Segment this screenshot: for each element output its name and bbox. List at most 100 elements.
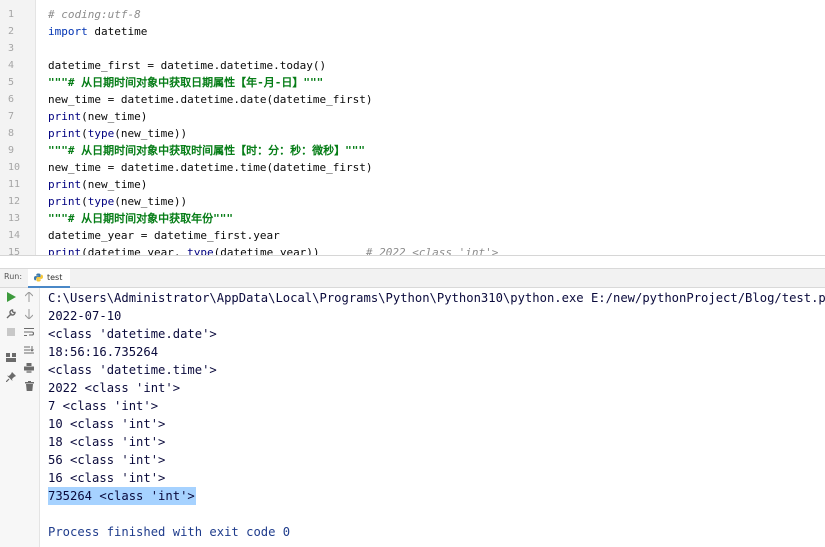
stop-icon xyxy=(7,328,15,336)
code-line[interactable]: # coding:utf-8 xyxy=(48,6,141,23)
code-token-plain: ( xyxy=(81,195,88,208)
line-number: 5 xyxy=(8,77,15,88)
clear-all-button[interactable] xyxy=(22,379,36,393)
code-token-plain: datetime_year = datetime_first.year xyxy=(48,229,280,242)
code-token-builtin: type xyxy=(187,246,214,256)
line-number: 7 xyxy=(8,111,15,122)
code-token-builtin: print xyxy=(48,110,82,123)
console-line: <class 'datetime.time'> xyxy=(48,363,217,377)
code-line[interactable]: """# 从日期时间对象中获取日期属性【年-月-日】""" xyxy=(48,74,323,91)
code-line[interactable]: print(type(new_time)) xyxy=(48,193,187,210)
python-file-icon xyxy=(34,273,43,282)
wrench-icon xyxy=(6,309,16,319)
code-editor[interactable]: 1 2 3 4 5 6 7 8 9 10 11 12 13 14 15 # coding:utf-8 impo… xyxy=(0,0,825,256)
stop-button[interactable] xyxy=(4,325,18,339)
code-token-keyword: import xyxy=(48,25,88,38)
scroll-down-button[interactable] xyxy=(22,307,36,321)
layout-grid-icon xyxy=(6,352,16,362)
code-line[interactable]: print(datetime_year, type(datetime_year)… xyxy=(48,244,499,256)
code-token-plain: new_time = datetime.datetime.time(dateti… xyxy=(48,161,373,174)
code-token-plain: (new_time)) xyxy=(114,127,188,140)
pin-icon xyxy=(6,372,16,382)
console-line: 735264 <class 'int'> xyxy=(48,487,196,505)
run-toolbar xyxy=(0,288,40,547)
pin-tab-button[interactable] xyxy=(4,370,18,384)
print-icon xyxy=(24,363,34,373)
arrow-up-icon xyxy=(25,292,33,302)
code-token-comment: # coding:utf-8 xyxy=(48,8,141,21)
layout-button[interactable] xyxy=(4,350,18,364)
run-tool-window-header: Run: test xyxy=(0,268,825,288)
console-exit-message: Process finished with exit code 0 xyxy=(48,525,291,539)
code-token-plain: ( xyxy=(81,127,88,140)
line-number: 11 xyxy=(8,179,21,190)
code-token-doc: """# 从日期时间对象中获取日期属性【年-月-日】""" xyxy=(48,76,324,89)
code-token-comment: # 2022 <class 'int'> xyxy=(365,246,499,256)
run-tab-test[interactable]: test xyxy=(28,269,71,288)
line-number: 6 xyxy=(8,94,15,105)
line-number: 9 xyxy=(8,145,15,156)
console-output[interactable]: C:\Users\Administrator\AppData\Local\Pro… xyxy=(48,288,825,547)
code-token-builtin: print xyxy=(48,178,82,191)
console-line: <class 'datetime.date'> xyxy=(48,327,217,341)
code-token-builtin: type xyxy=(87,127,115,140)
line-number: 14 xyxy=(8,230,21,241)
console-line: 2022 <class 'int'> xyxy=(48,381,181,395)
code-line[interactable]: print(new_time) xyxy=(48,176,147,193)
line-number: 8 xyxy=(8,128,15,139)
console-line: 18 <class 'int'> xyxy=(48,435,166,449)
code-token-plain: datetime_first = datetime.datetime.today… xyxy=(48,59,327,72)
line-number: 4 xyxy=(8,60,15,71)
modify-run-configuration-button[interactable] xyxy=(4,307,18,321)
code-line[interactable]: """# 从日期时间对象中获取年份""" xyxy=(48,210,233,227)
code-token-doc: """# 从日期时间对象中获取年份""" xyxy=(48,212,233,225)
trash-icon xyxy=(24,381,34,391)
code-line[interactable]: new_time = datetime.datetime.time(dateti… xyxy=(48,159,373,176)
soft-wrap-icon xyxy=(24,327,34,337)
console-line: 2022-07-10 xyxy=(48,309,122,323)
line-number: 2 xyxy=(8,26,15,37)
code-line[interactable]: """# 从日期时间对象中获取时间属性【时：分：秒：微秒】""" xyxy=(48,142,365,159)
code-token-builtin: print xyxy=(48,195,82,208)
line-number: 3 xyxy=(8,43,15,54)
scroll-up-button[interactable] xyxy=(22,290,36,304)
arrow-down-icon xyxy=(25,309,33,319)
code-line[interactable]: import datetime xyxy=(48,23,147,40)
line-number: 13 xyxy=(8,213,21,224)
code-line[interactable]: print(type(new_time)) xyxy=(48,125,187,142)
play-icon xyxy=(6,292,16,302)
scroll-to-end-button[interactable] xyxy=(22,343,36,357)
console-line: 7 <class 'int'> xyxy=(48,399,159,413)
line-number: 15 xyxy=(8,247,21,256)
line-number: 10 xyxy=(8,162,21,173)
soft-wrap-button[interactable] xyxy=(22,325,36,339)
code-token-plain: datetime xyxy=(87,25,148,38)
scroll-to-end-icon xyxy=(24,346,34,354)
console-command-line: C:\Users\Administrator\AppData\Local\Pro… xyxy=(48,291,825,305)
run-label: Run: xyxy=(4,272,23,281)
print-button[interactable] xyxy=(22,361,36,375)
code-token-builtin: print xyxy=(48,127,82,140)
code-line[interactable]: datetime_first = datetime.datetime.today… xyxy=(48,57,326,74)
line-number: 12 xyxy=(8,196,21,207)
code-line[interactable]: new_time = datetime.datetime.date(dateti… xyxy=(48,91,373,108)
console-line: 10 <class 'int'> xyxy=(48,417,166,431)
line-number-gutter: 1 2 3 4 5 6 7 8 9 10 11 12 13 14 15 xyxy=(0,0,36,256)
code-token-plain: (new_time) xyxy=(81,178,148,191)
code-token-builtin: type xyxy=(87,195,115,208)
code-token-plain: (datetime_year)) xyxy=(213,246,366,256)
code-token-plain: new_time = datetime.datetime.date(dateti… xyxy=(48,93,373,106)
console-line: 16 <class 'int'> xyxy=(48,471,166,485)
code-line[interactable]: print(new_time) xyxy=(48,108,147,125)
code-token-builtin: print xyxy=(48,246,82,256)
code-line[interactable]: datetime_year = datetime_first.year xyxy=(48,227,280,244)
console-line: 18:56:16.735264 xyxy=(48,345,159,359)
code-token-plain: (new_time) xyxy=(81,110,148,123)
code-token-plain: (datetime_year, xyxy=(81,246,188,256)
code-token-doc: """# 从日期时间对象中获取时间属性【时：分：秒：微秒】""" xyxy=(48,144,365,157)
rerun-button[interactable] xyxy=(4,290,18,304)
code-token-plain: (new_time)) xyxy=(114,195,188,208)
run-tab-label: test xyxy=(47,273,63,282)
line-number: 1 xyxy=(8,9,15,20)
console-line: 56 <class 'int'> xyxy=(48,453,166,467)
